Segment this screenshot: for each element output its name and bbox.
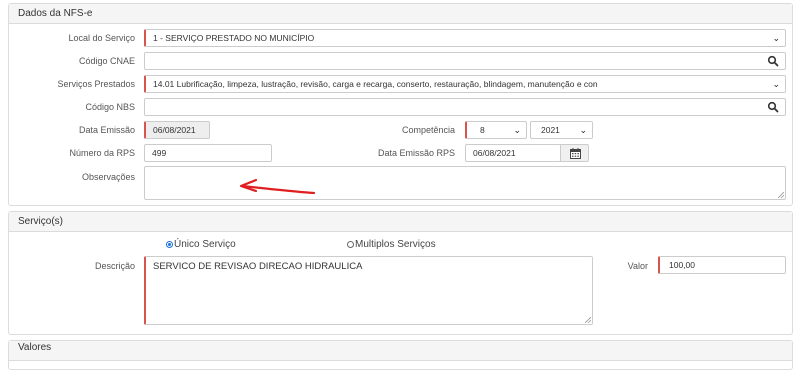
- competencia-year-select[interactable]: 2021 ⌄: [530, 121, 593, 139]
- data-emissao-rps-label: Data Emissão RPS: [377, 148, 455, 158]
- valor-label: Valor: [627, 261, 648, 271]
- radio-multiplos-label: Multiplos Serviços: [355, 239, 436, 250]
- descricao-value: SERVICO DE REVISAO DIRECAO HIDRAULICA: [153, 261, 363, 272]
- servicos-prestados-value: 14.01 Lubrificação, limpeza, lustração, …: [153, 79, 598, 89]
- servicos-title: Serviço(s): [9, 212, 792, 232]
- competencia-month-select[interactable]: 8 ⌄: [465, 121, 527, 139]
- calendar-icon: [570, 148, 581, 159]
- data-emissao-input[interactable]: 06/08/2021: [144, 121, 210, 139]
- data-emissao-rps-input[interactable]: 06/08/2021: [465, 144, 561, 162]
- valor-input[interactable]: 100,00: [658, 256, 786, 274]
- servicos-prestados-select[interactable]: 14.01 Lubrificação, limpeza, lustração, …: [144, 75, 786, 93]
- local-servico-select[interactable]: 1 - SERVIÇO PRESTADO NO MUNICÍPIO ⌄: [144, 29, 786, 47]
- radio-multiplos-servicos[interactable]: Multiplos Serviços: [347, 239, 436, 250]
- radio-unselected-icon: [347, 241, 354, 248]
- valor-value: 100,00: [669, 260, 695, 270]
- codigo-nbs-label: Código NBS: [85, 102, 135, 112]
- competencia-month-value: 8: [480, 125, 485, 135]
- numero-rps-value: 499: [152, 148, 167, 158]
- observacoes-label: Observações: [81, 172, 135, 182]
- valores-title: Valores: [9, 341, 792, 361]
- codigo-nbs-input[interactable]: [144, 98, 786, 116]
- numero-rps-input[interactable]: 499: [144, 144, 272, 162]
- chevron-down-icon: ⌄: [772, 79, 780, 89]
- chevron-down-icon: ⌄: [772, 33, 780, 43]
- servicos-prestados-label: Serviços Prestados: [57, 79, 135, 89]
- calendar-button[interactable]: [560, 144, 589, 162]
- competencia-label: Competência: [401, 125, 455, 135]
- codigo-cnae-input[interactable]: [144, 52, 786, 70]
- data-emissao-rps-value: 06/08/2021: [473, 148, 516, 158]
- chevron-down-icon: ⌄: [513, 125, 521, 135]
- search-icon[interactable]: [767, 101, 779, 113]
- radio-unico-label: Único Serviço: [174, 239, 236, 250]
- red-arrow-annotation: [236, 178, 318, 200]
- search-icon[interactable]: [767, 55, 779, 67]
- local-servico-value: 1 - SERVIÇO PRESTADO NO MUNICÍPIO: [153, 33, 315, 43]
- codigo-cnae-label: Código CNAE: [78, 56, 135, 66]
- data-emissao-label: Data Emissão: [78, 125, 135, 135]
- numero-rps-label: Número da RPS: [69, 148, 135, 158]
- resize-grip-icon[interactable]: [585, 317, 591, 323]
- valores-panel: Valores: [8, 340, 793, 370]
- data-emissao-value: 06/08/2021: [153, 125, 196, 135]
- dados-nfse-title: Dados da NFS-e: [9, 4, 792, 24]
- competencia-year-value: 2021: [541, 125, 560, 135]
- radio-selected-icon: [166, 241, 173, 248]
- radio-unico-servico[interactable]: Único Serviço: [166, 239, 236, 250]
- descricao-textarea[interactable]: SERVICO DE REVISAO DIRECAO HIDRAULICA: [144, 256, 593, 325]
- local-servico-label: Local do Serviço: [68, 33, 135, 43]
- resize-grip-icon[interactable]: [778, 192, 784, 198]
- descricao-label: Descrição: [94, 261, 135, 271]
- chevron-down-icon: ⌄: [579, 125, 587, 135]
